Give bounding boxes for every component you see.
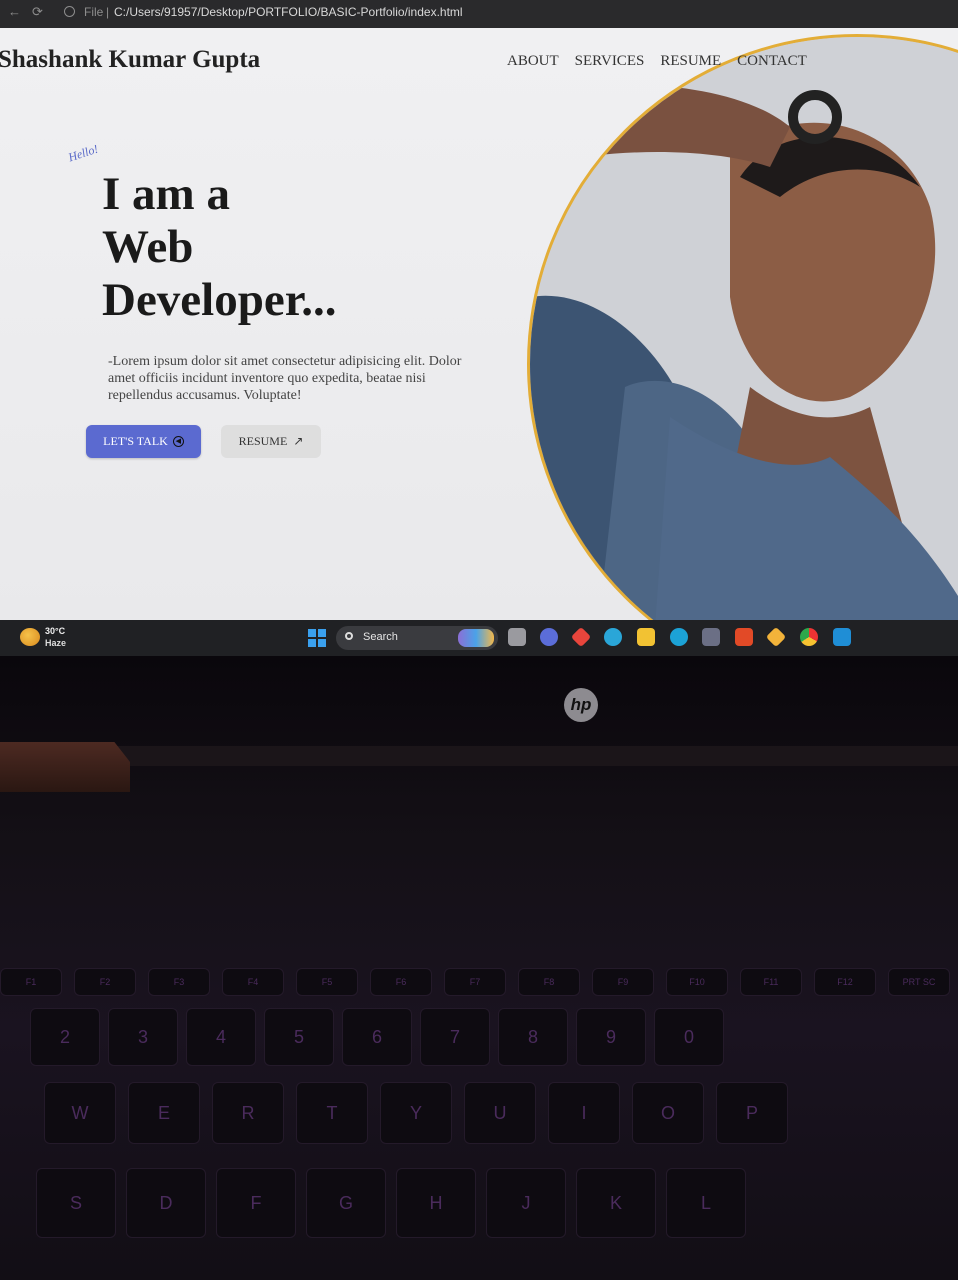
key-8[interactable]: 8 (498, 1008, 568, 1066)
hello-tag: Hello! (66, 141, 100, 165)
key-f5[interactable]: F5 (296, 968, 358, 996)
key-5[interactable]: 5 (264, 1008, 334, 1066)
file-scheme-label: File (84, 5, 104, 19)
key-w[interactable]: W (44, 1082, 116, 1144)
headline: I am a Web Developer... (102, 168, 337, 327)
key-t[interactable]: T (296, 1082, 368, 1144)
arrow-up-right-icon: ↗ (293, 434, 304, 448)
store-icon[interactable] (702, 628, 720, 646)
key-9[interactable]: 9 (576, 1008, 646, 1066)
hp-logo: hp (564, 688, 598, 722)
desk-object (0, 742, 130, 792)
key-f12[interactable]: F12 (814, 968, 876, 996)
nav-about[interactable]: ABOUT (507, 53, 559, 70)
key-4[interactable]: 4 (186, 1008, 256, 1066)
key-h[interactable]: H (396, 1168, 476, 1238)
key-f4[interactable]: F4 (222, 968, 284, 996)
browser-address-bar: ← ⟳ File | C:/Users/91957/Desktop/PORTFO… (0, 0, 958, 28)
search-highlight-icon (458, 629, 494, 647)
key-3[interactable]: 3 (108, 1008, 178, 1066)
lets-talk-button[interactable]: LET'S TALK ◀ (86, 425, 201, 458)
site-brand[interactable]: Shashank Kumar Gupta (0, 46, 260, 74)
help-icon[interactable] (604, 628, 622, 646)
profile-photo (527, 34, 958, 620)
key-f3[interactable]: F3 (148, 968, 210, 996)
portrait-illustration (530, 37, 958, 620)
headline-line-2: Web (102, 221, 194, 273)
weather-temperature[interactable]: 30°C (45, 626, 65, 636)
circle-arrow-icon: ◀ (172, 436, 184, 447)
back-arrow-icon[interactable]: ← (8, 4, 21, 19)
key-i[interactable]: I (548, 1082, 620, 1144)
url-text[interactable]: C:/Users/91957/Desktop/PORTFOLIO/BASIC-P… (114, 5, 463, 19)
key-f10[interactable]: F10 (666, 968, 728, 996)
key-f[interactable]: F (216, 1168, 296, 1238)
laptop-hinge (0, 746, 958, 766)
intro-text: -Lorem ipsum dolor sit amet consectetur … (108, 354, 462, 403)
key-r[interactable]: R (212, 1082, 284, 1144)
headline-line-3: Developer... (102, 274, 337, 326)
key-f8[interactable]: F8 (518, 968, 580, 996)
weather-icon[interactable] (20, 628, 40, 646)
key-u[interactable]: U (464, 1082, 536, 1144)
windows-taskbar: 30°C Haze Search (0, 620, 958, 656)
key-k[interactable]: K (576, 1168, 656, 1238)
key-d[interactable]: D (126, 1168, 206, 1238)
key-0[interactable]: 0 (654, 1008, 724, 1066)
key-e[interactable]: E (128, 1082, 200, 1144)
taskbar-search[interactable]: Search (336, 626, 498, 650)
headline-line-1: I am a (102, 168, 230, 220)
reload-icon[interactable]: ⟳ (32, 4, 43, 20)
search-label: Search (363, 631, 398, 643)
key-f7[interactable]: F7 (444, 968, 506, 996)
weather-condition[interactable]: Haze (45, 638, 66, 648)
search-icon (345, 632, 353, 640)
brave-icon[interactable] (735, 628, 753, 646)
nav-services[interactable]: SERVICES (575, 53, 645, 70)
nav-resume[interactable]: RESUME (660, 53, 721, 70)
key-l[interactable]: L (666, 1168, 746, 1238)
windows-start-icon[interactable] (308, 629, 326, 647)
key-f6[interactable]: F6 (370, 968, 432, 996)
key-o[interactable]: O (632, 1082, 704, 1144)
key-j[interactable]: J (486, 1168, 566, 1238)
key-2[interactable]: 2 (30, 1008, 100, 1066)
edge-icon[interactable] (670, 628, 688, 646)
teams-icon[interactable] (540, 628, 558, 646)
chrome-icon[interactable] (800, 628, 818, 646)
vscode-icon[interactable] (833, 628, 851, 646)
nav-contact[interactable]: CONTACT (737, 53, 807, 70)
site-nav: ABOUT SERVICES RESUME CONTACT (507, 53, 807, 70)
key-s[interactable]: S (36, 1168, 116, 1238)
key-p[interactable]: P (716, 1082, 788, 1144)
key-7[interactable]: 7 (420, 1008, 490, 1066)
resume-button-label: RESUME (238, 434, 288, 448)
key-f2[interactable]: F2 (74, 968, 136, 996)
task-view-icon[interactable] (508, 628, 526, 646)
key-f1[interactable]: F1 (0, 968, 62, 996)
file-explorer-icon[interactable] (637, 628, 655, 646)
key-y[interactable]: Y (380, 1082, 452, 1144)
lets-talk-label: LET'S TALK (103, 434, 168, 448)
key-f9[interactable]: F9 (592, 968, 654, 996)
portfolio-page: Shashank Kumar Gupta ABOUT SERVICES RESU… (0, 28, 958, 620)
key-f11[interactable]: F11 (740, 968, 802, 996)
resume-button[interactable]: RESUME ↗ (221, 425, 321, 458)
url-divider: | (106, 5, 110, 19)
info-icon[interactable] (64, 6, 75, 17)
git-icon[interactable] (765, 626, 787, 648)
app-diamond-icon[interactable] (570, 626, 592, 648)
key-prt-sc[interactable]: PRT SC (888, 968, 950, 996)
key-g[interactable]: G (306, 1168, 386, 1238)
key-6[interactable]: 6 (342, 1008, 412, 1066)
